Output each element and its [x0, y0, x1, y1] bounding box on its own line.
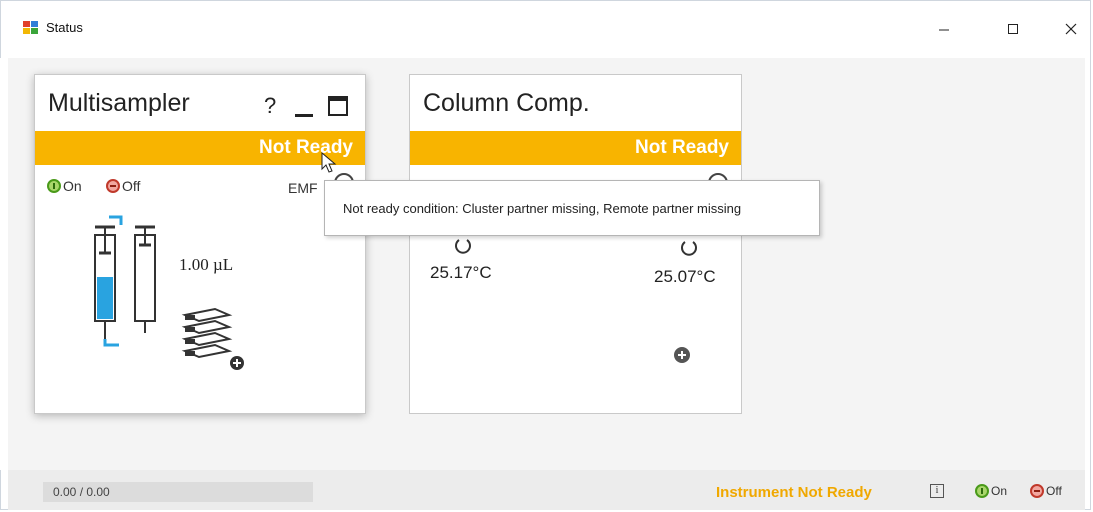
right-temp-ring-icon	[681, 241, 697, 256]
injection-volume: 1.00 µL	[179, 255, 234, 274]
minimize-card-icon[interactable]	[293, 97, 315, 119]
footer-on-label: On	[991, 484, 1008, 498]
power-off-icon	[106, 179, 120, 193]
add-module-icon[interactable]	[673, 346, 691, 364]
maximize-card-icon[interactable]	[327, 95, 349, 117]
emf-label[interactable]: EMF	[288, 180, 318, 196]
left-temp-ring-icon	[455, 239, 471, 254]
instrument-off-button[interactable]: Off	[1030, 484, 1062, 498]
maximize-button[interactable]	[990, 12, 1036, 46]
on-label: On	[63, 178, 82, 194]
instrument-on-button[interactable]: On	[975, 484, 1007, 498]
power-off-icon	[1030, 484, 1044, 498]
close-icon	[1065, 23, 1077, 35]
multisampler-status-bar: Not Ready	[35, 131, 365, 165]
multisampler-off-button[interactable]: Off	[106, 178, 140, 194]
multisampler-on-button[interactable]: On	[47, 178, 82, 194]
not-ready-tooltip: Not ready condition: Cluster partner mis…	[324, 180, 820, 236]
power-on-icon	[975, 484, 989, 498]
left-temperature: 25.17°C	[430, 263, 492, 282]
right-temperature: 25.07°C	[654, 267, 716, 286]
progress-text: 0.00 / 0.00	[53, 485, 110, 499]
window-left-edge	[0, 58, 8, 470]
off-label: Off	[122, 178, 141, 194]
window-title: Status	[46, 20, 83, 35]
multisampler-status: Not Ready	[259, 137, 353, 158]
mouse-cursor-icon	[321, 152, 337, 173]
help-button[interactable]: ?	[264, 93, 276, 119]
progress-indicator: 0.00 / 0.00	[43, 482, 313, 502]
column-comp-card[interactable]: Column Comp. Not Ready 25.17°C 25.07°C	[409, 74, 742, 414]
close-button[interactable]	[1048, 12, 1093, 46]
minimize-icon	[939, 29, 949, 31]
column-comp-status-bar: Not Ready	[410, 131, 741, 165]
instrument-status[interactable]: Instrument Not Ready	[716, 484, 872, 501]
footer-off-label: Off	[1046, 484, 1062, 498]
tooltip-text: Not ready condition: Cluster partner mis…	[343, 201, 742, 216]
multisampler-card[interactable]: Multisampler ? Not Ready On Off EMF 1.00…	[34, 74, 366, 414]
title-bar[interactable]: Status	[0, 0, 1093, 58]
sample-tray-icon[interactable]	[181, 303, 251, 373]
power-on-icon	[47, 179, 61, 193]
minimize-button[interactable]	[921, 12, 967, 46]
multisampler-title: Multisampler	[48, 89, 190, 117]
syringe-icon	[94, 215, 156, 347]
info-icon[interactable]: i	[930, 484, 944, 498]
app-icon	[23, 21, 38, 34]
column-comp-title: Column Comp.	[423, 89, 590, 117]
column-comp-status: Not Ready	[635, 137, 729, 158]
maximize-icon	[1008, 24, 1018, 34]
